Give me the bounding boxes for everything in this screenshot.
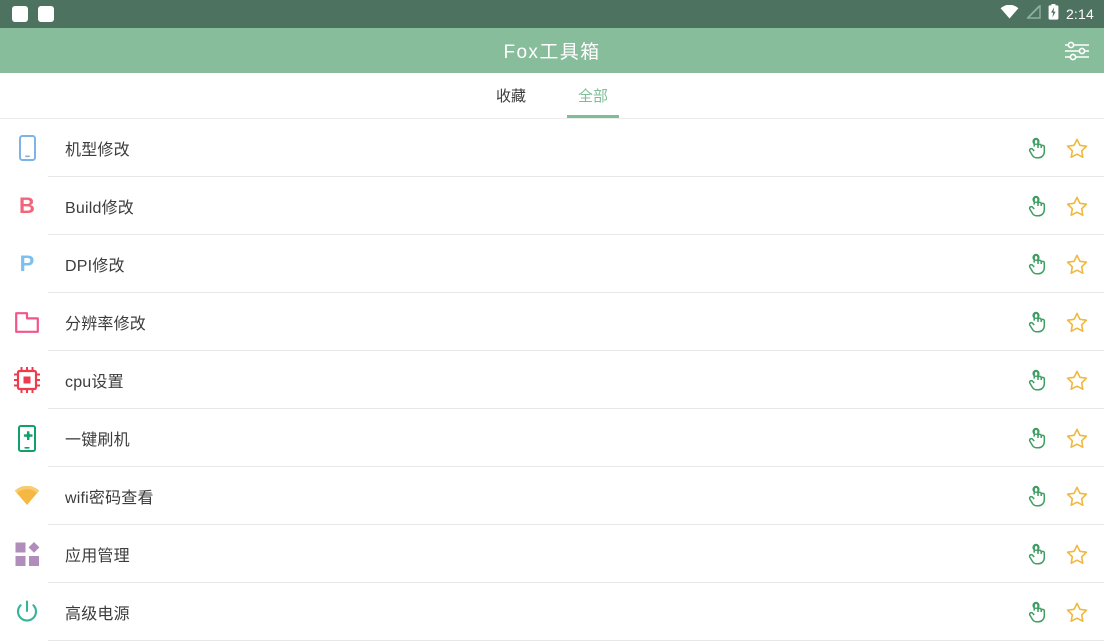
list-item[interactable]: B Build修改 (0, 177, 1104, 235)
status-bar-notifications (12, 6, 54, 22)
list-item-label: 一键刷机 (65, 432, 130, 449)
battery-charging-icon (1048, 3, 1059, 25)
tab-all-label: 全部 (577, 88, 608, 105)
list-item[interactable]: wifi密码查看 (0, 467, 1104, 525)
list-item-actions (1025, 599, 1090, 625)
list-item-actions (1025, 483, 1090, 509)
list-item[interactable]: P DPI修改 (0, 235, 1104, 293)
list-item-label: cpu设置 (65, 374, 124, 391)
signal-off-icon (1026, 3, 1041, 24)
phone-flash-icon (12, 423, 42, 453)
list-item[interactable]: 一键刷机 (0, 409, 1104, 467)
touch-shortcut-icon[interactable] (1025, 367, 1051, 393)
star-outline-icon[interactable] (1064, 425, 1090, 451)
wifi-full-icon (12, 481, 42, 511)
touch-shortcut-icon[interactable] (1025, 541, 1051, 567)
list-item-label: 机型修改 (65, 142, 130, 159)
list-item[interactable]: 分辨率修改 (0, 293, 1104, 351)
tool-list: 机型修改 B Build修改 P DPI修改 分辨率修改 cpu设置 一键刷机 … (0, 119, 1104, 641)
crop-resolution-icon (12, 307, 42, 337)
status-bar: 2:14 (0, 0, 1104, 28)
star-outline-icon[interactable] (1064, 367, 1090, 393)
notification-badge-icon (38, 6, 54, 22)
letter-p-icon: P (12, 249, 42, 279)
star-outline-icon[interactable] (1064, 251, 1090, 277)
cpu-chip-icon (12, 365, 42, 395)
touch-shortcut-icon[interactable] (1025, 251, 1051, 277)
list-item-label: 应用管理 (65, 548, 130, 565)
star-outline-icon[interactable] (1064, 193, 1090, 219)
touch-shortcut-icon[interactable] (1025, 599, 1051, 625)
touch-shortcut-icon[interactable] (1025, 193, 1051, 219)
wifi-icon (1000, 4, 1019, 24)
power-icon (12, 597, 42, 627)
page-title: Fox工具箱 (503, 42, 601, 63)
tab-favorites[interactable]: 收藏 (483, 73, 539, 118)
star-outline-icon[interactable] (1064, 599, 1090, 625)
star-outline-icon[interactable] (1064, 483, 1090, 509)
list-item-actions (1025, 541, 1090, 567)
letter-b-icon: B (12, 191, 42, 221)
app-bar: Fox工具箱 (0, 28, 1104, 73)
status-bar-clock: 2:14 (1065, 6, 1094, 22)
list-item-actions (1025, 309, 1090, 335)
star-outline-icon[interactable] (1064, 309, 1090, 335)
letter-b-glyph: B (19, 193, 35, 218)
tab-bar: 收藏 全部 (0, 73, 1104, 119)
list-item-actions (1025, 251, 1090, 277)
list-item-actions (1025, 135, 1090, 161)
touch-shortcut-icon[interactable] (1025, 483, 1051, 509)
list-item[interactable]: 高级电源 (0, 583, 1104, 641)
touch-shortcut-icon[interactable] (1025, 309, 1051, 335)
notification-badge-icon (12, 6, 28, 22)
star-outline-icon[interactable] (1064, 135, 1090, 161)
list-item[interactable]: 应用管理 (0, 525, 1104, 583)
list-item-label: 高级电源 (65, 606, 130, 623)
smartphone-icon (12, 133, 42, 163)
letter-p-glyph: P (19, 251, 35, 276)
list-item-actions (1025, 425, 1090, 451)
tab-favorites-label: 收藏 (495, 88, 526, 105)
touch-shortcut-icon[interactable] (1025, 425, 1051, 451)
app-widgets-icon (12, 539, 42, 569)
list-item-label: 分辨率修改 (65, 316, 147, 333)
status-bar-system-icons: 2:14 (1000, 3, 1094, 25)
list-item[interactable]: cpu设置 (0, 351, 1104, 409)
list-item-actions (1025, 367, 1090, 393)
list-item-actions (1025, 193, 1090, 219)
touch-shortcut-icon[interactable] (1025, 135, 1051, 161)
tab-all[interactable]: 全部 (565, 73, 621, 118)
list-item-label: Build修改 (65, 200, 134, 217)
list-item-label: DPI修改 (65, 258, 125, 275)
tune-icon[interactable] (1060, 34, 1094, 68)
star-outline-icon[interactable] (1064, 541, 1090, 567)
list-item-label: wifi密码查看 (65, 490, 154, 507)
list-item[interactable]: 机型修改 (0, 119, 1104, 177)
